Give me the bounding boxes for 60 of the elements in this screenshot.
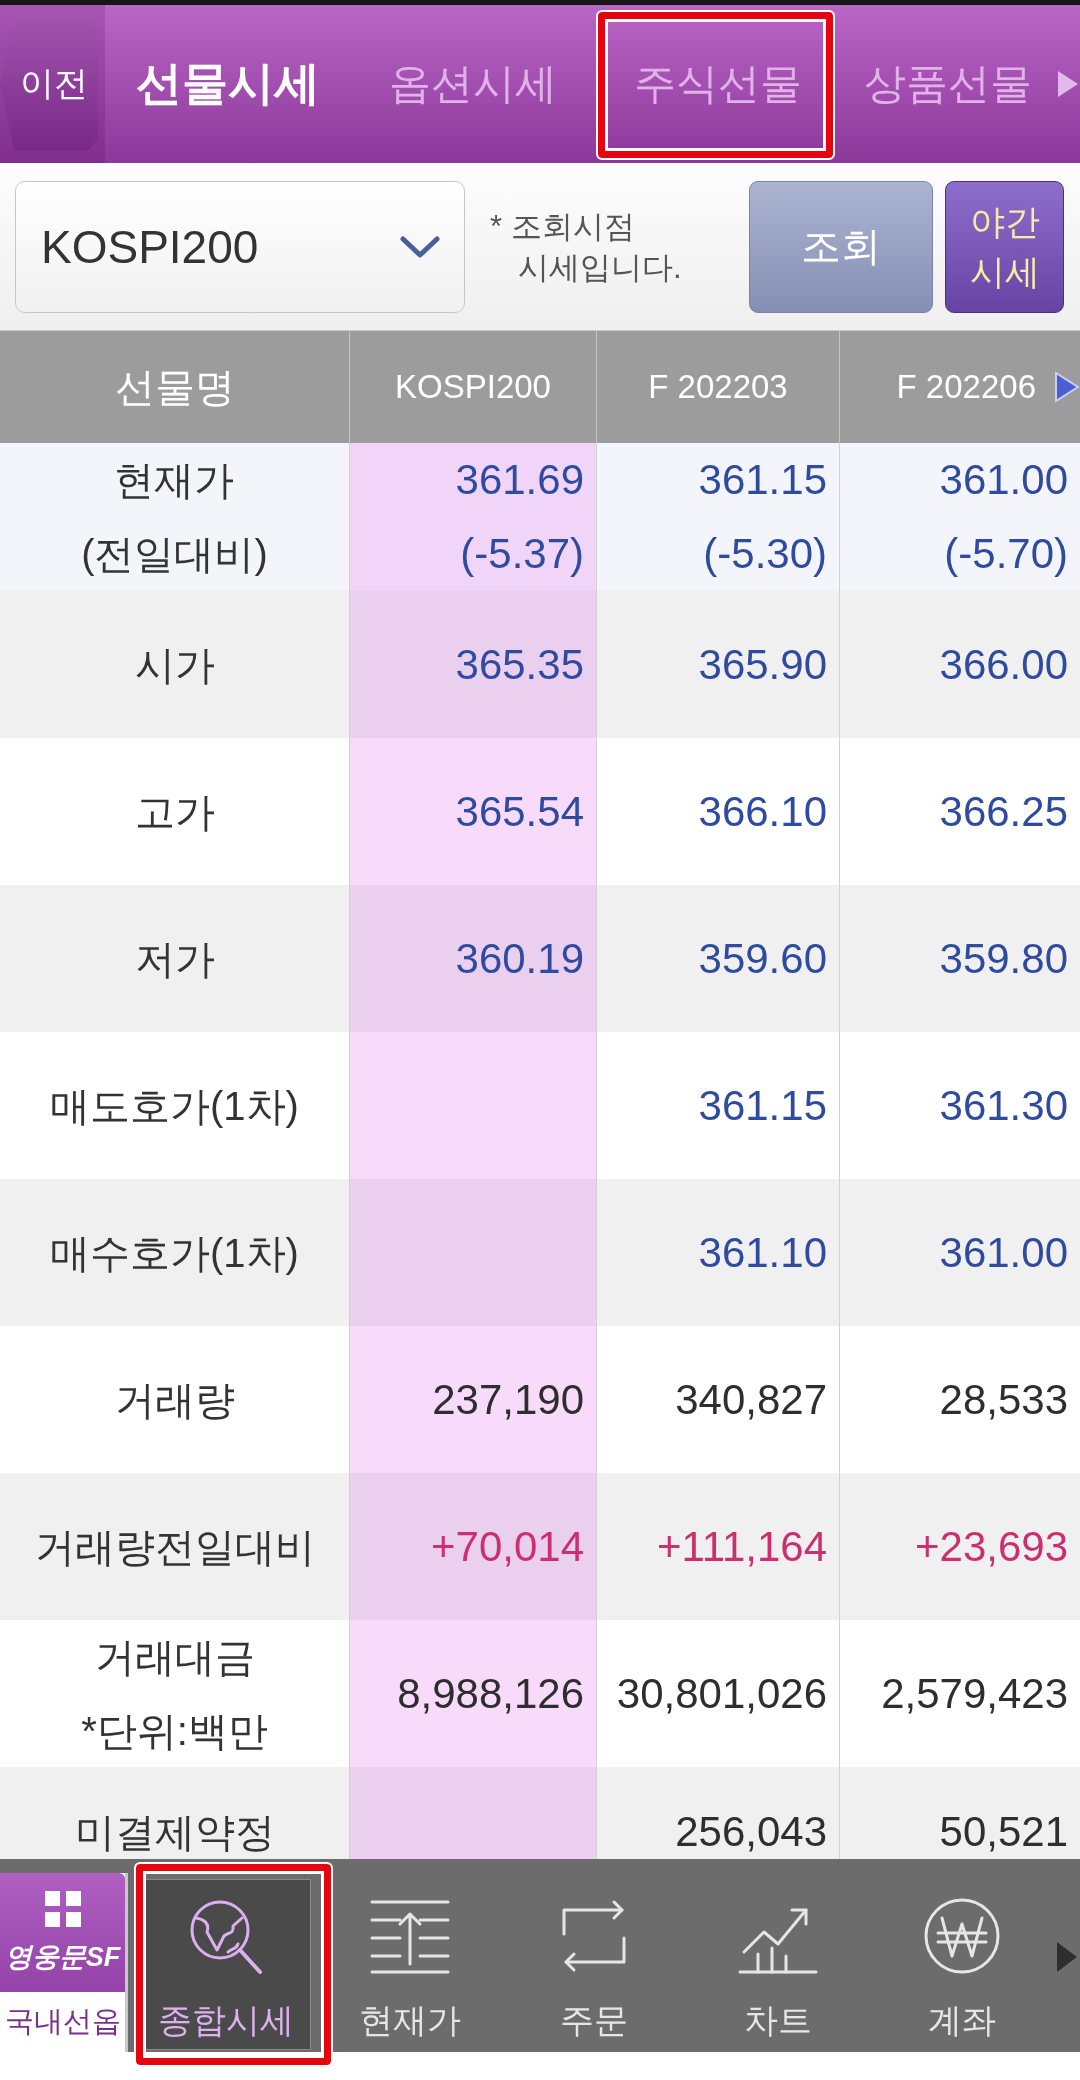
volume-value: 28,533 — [939, 1374, 1068, 1425]
query-button[interactable]: 조회 — [749, 180, 933, 313]
row-label: 매수호가(1차) — [50, 1229, 299, 1277]
price-value: 360.19 — [455, 933, 584, 984]
row-label: 거래량전일대비 — [34, 1523, 315, 1571]
price-value: 366.00 — [939, 639, 1068, 690]
change-value: +70,014 — [431, 1521, 584, 1572]
price-value: 361.30 — [939, 1080, 1068, 1131]
next-arrow-icon[interactable] — [1054, 371, 1080, 403]
price-value: 366.25 — [939, 786, 1068, 837]
price-value: 359.60 — [698, 933, 827, 984]
change-value: +23,693 — [915, 1521, 1068, 1572]
nav-tab[interactable]: 계좌 — [877, 1879, 1047, 2050]
price-value: 361.10 — [698, 1227, 827, 1278]
price-value: 361.15 (-5.30) — [698, 455, 827, 579]
price-value: 365.35 — [455, 639, 584, 690]
row-label: 현재가 (전일대비) — [81, 457, 268, 578]
volume-value: 2,579,423 — [881, 1669, 1068, 1719]
nav-tab[interactable]: 현재가 — [325, 1879, 495, 2050]
column-title: KOSPI200 — [395, 368, 551, 406]
price-value: 366.10 — [698, 786, 827, 837]
app-menu-button[interactable]: 영웅문SF 국내선옵 — [0, 1873, 128, 2052]
volume-value: 50,521 — [939, 1809, 1068, 1855]
tab[interactable]: 주식선물 — [595, 5, 840, 163]
nav-tab[interactable]: 주문 — [509, 1879, 679, 2050]
price-value: 361.00 (-5.70) — [939, 455, 1068, 579]
row-label: 저가 — [134, 935, 215, 983]
row-label: 거래대금 *단위:백만 — [81, 1634, 268, 1755]
note-text: * 조회시점 시세입니다. — [490, 207, 683, 287]
price-value: 361.00 — [939, 1227, 1068, 1278]
volume-value: 340,827 — [675, 1374, 827, 1425]
price-value: 361.69 (-5.37) — [455, 455, 584, 579]
next-arrow-icon[interactable] — [1056, 69, 1080, 99]
grid-icon — [44, 1890, 81, 1927]
price-value: 365.54 — [455, 786, 584, 837]
more-arrow-icon[interactable] — [1056, 1941, 1078, 1973]
volume-value: 256,043 — [675, 1809, 827, 1855]
row-label: 거래량 — [114, 1376, 235, 1424]
price-value: 361.15 — [698, 1080, 827, 1131]
price-value: 365.90 — [698, 639, 827, 690]
column-title: 선물명 — [114, 363, 235, 411]
volume-value: 237,190 — [432, 1374, 584, 1425]
night-price-button[interactable]: 야간 시세 — [945, 180, 1064, 313]
volume-value: 30,801,026 — [616, 1669, 827, 1719]
row-label: 미결제약정 — [74, 1809, 275, 1855]
tab[interactable]: 상품선물 — [840, 5, 1056, 163]
row-label: 매도호가(1차) — [50, 1082, 299, 1130]
nav-tab[interactable]: 차트 — [693, 1879, 863, 2050]
column-title: F 202203 — [648, 368, 788, 406]
tab[interactable]: 선물시세 — [105, 5, 350, 163]
row-label: 시가 — [134, 641, 215, 689]
change-value: +111,164 — [656, 1521, 827, 1572]
tab[interactable]: 옵션시세 — [350, 5, 595, 163]
volume-value: 8,988,126 — [397, 1669, 584, 1719]
dropdown[interactable]: KOSPI200 — [15, 180, 465, 313]
column-title: F 202206 — [896, 368, 1036, 406]
chevron-down-icon — [400, 235, 440, 258]
row-label: 고가 — [134, 788, 215, 836]
price-value: 359.80 — [939, 933, 1068, 984]
app-logo-text: 영웅문SF — [4, 1940, 121, 1974]
